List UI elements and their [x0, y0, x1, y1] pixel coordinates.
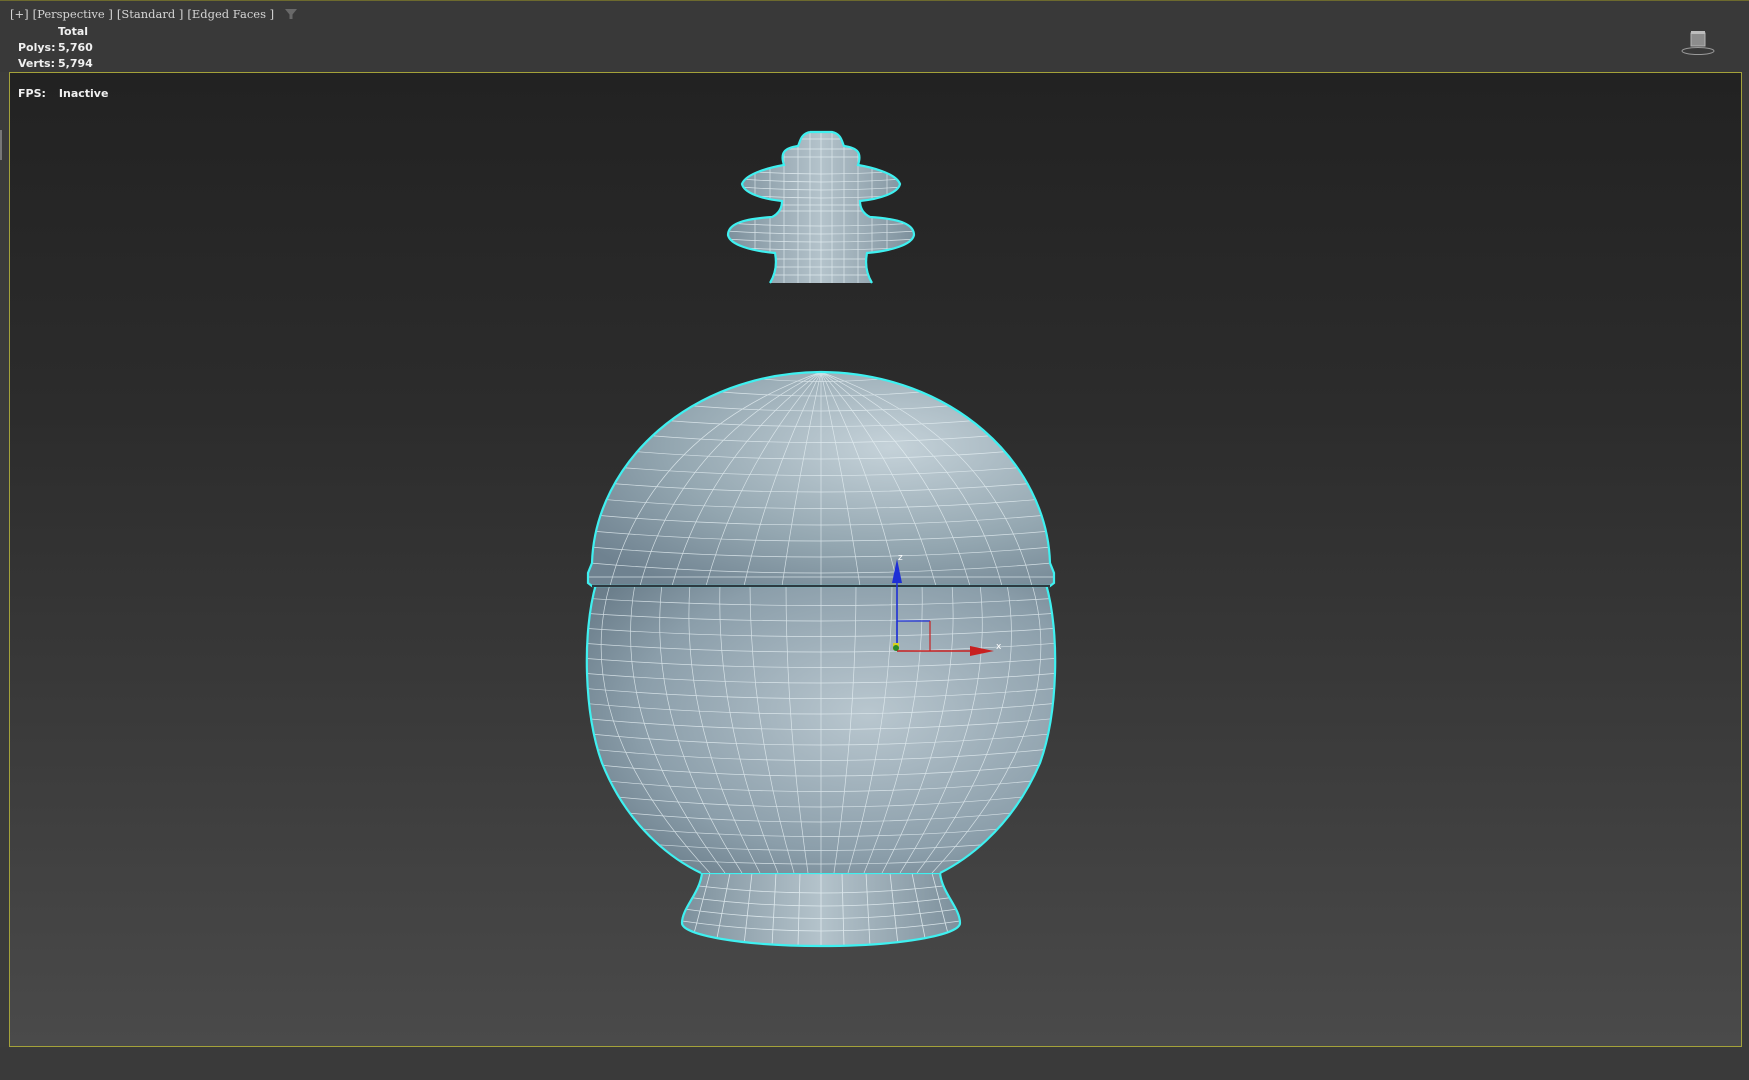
dome-lid-mesh[interactable]	[586, 370, 1056, 588]
statistics-overlay: Total Polys: 5,760 Verts: 5,794	[18, 24, 93, 72]
finial-knob-mesh[interactable]	[726, 128, 916, 288]
left-panel-edge	[0, 130, 2, 160]
polys-value: 5,760	[58, 41, 93, 54]
viewcube-icon[interactable]	[1681, 29, 1715, 57]
stats-header: Total	[58, 25, 89, 38]
viewport-label-menu: [+] [Perspective ] [Standard ] [Edged Fa…	[10, 7, 298, 21]
viewport-menu-shading[interactable]: [Standard ]	[117, 7, 183, 21]
verts-value: 5,794	[58, 57, 93, 70]
base-foot-mesh[interactable]	[680, 871, 962, 948]
bowl-body-mesh[interactable]	[580, 583, 1060, 874]
viewport-menu-edged-faces[interactable]: [Edged Faces ]	[187, 7, 274, 21]
filter-icon[interactable]	[284, 7, 298, 21]
verts-label: Verts:	[18, 57, 56, 70]
perspective-viewport[interactable]: FPS: Inactive z x	[9, 72, 1742, 1047]
polys-label: Polys:	[18, 41, 56, 54]
viewport-header: [+] [Perspective ] [Standard ] [Edged Fa…	[0, 0, 1749, 72]
scene-canvas[interactable]: z x	[10, 73, 1741, 1046]
viewport-menu-perspective[interactable]: [Perspective ]	[33, 7, 113, 21]
gizmo-x-label: x	[996, 642, 1002, 652]
right-frame-edge	[1742, 72, 1749, 1047]
viewport-menu-plus[interactable]: [+]	[10, 7, 29, 21]
viewport-footer	[0, 1047, 1749, 1080]
gizmo-z-label: z	[898, 553, 903, 563]
